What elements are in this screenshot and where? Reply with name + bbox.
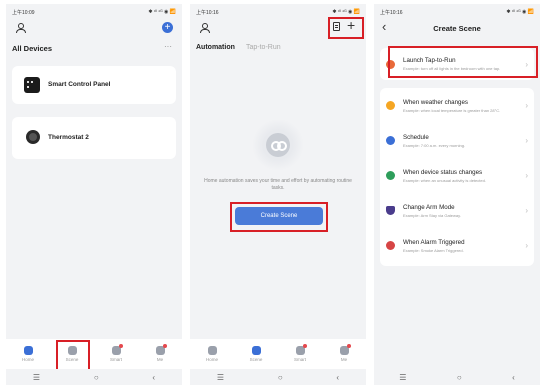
menu-nav-icon[interactable]: ☰ [399, 373, 406, 382]
home-nav-icon[interactable]: ○ [94, 373, 99, 382]
empty-state-text: Home automation saves your time and effo… [204, 178, 352, 191]
clock-icon [386, 136, 395, 145]
system-nav-bar: ☰ ○ ‹ [190, 369, 366, 385]
highlight-launch-tap-to-run [388, 46, 538, 78]
add-scene-icon[interactable]: + [347, 17, 355, 33]
tab-automation[interactable]: Automation [196, 44, 235, 51]
shield-icon [386, 206, 395, 215]
status-time: 上午10:16 [380, 9, 403, 16]
sun-icon [386, 101, 395, 110]
condition-arm-mode[interactable]: Change Arm Mode Example: Arm Stay via Ga… [380, 193, 534, 228]
status-bar: 上午10:16 ✱ ᵈᴵ ⁴ᴳ ◉ 📶 [196, 7, 360, 17]
tab-home[interactable]: Home [197, 346, 227, 362]
alarm-icon [386, 241, 395, 250]
bottom-tab-bar: Home Scene Smart Me [6, 339, 182, 369]
chevron-right-icon: › [525, 101, 528, 110]
chevron-right-icon: › [525, 206, 528, 215]
status-time: 上午10:16 [196, 9, 219, 16]
document-icon[interactable] [333, 22, 340, 31]
page-title: Create Scene [433, 24, 481, 33]
tab-smart[interactable]: Smart [101, 344, 131, 362]
home-icon [23, 346, 33, 355]
device-image [26, 130, 40, 144]
me-icon [339, 344, 351, 355]
device-card-thermostat[interactable]: Thermostat 2 [12, 117, 176, 159]
smart-icon [111, 344, 123, 355]
profile-icon[interactable] [16, 23, 26, 33]
status-icons: ✱ ᵈᴵ ⁴ᴳ ◉ 📶 [506, 9, 534, 15]
back-nav-icon[interactable]: ‹ [336, 373, 339, 382]
tab-scene[interactable]: Scene [241, 346, 271, 362]
chevron-right-icon: › [525, 136, 528, 145]
device-card-smart-control-panel[interactable]: Smart Control Panel [12, 66, 176, 104]
condition-weather[interactable]: When weather changes Example: when local… [380, 88, 534, 123]
condition-device-status[interactable]: When device status changes Example: when… [380, 158, 534, 193]
scene-empty-illustration [252, 119, 304, 171]
scene-icon [251, 346, 261, 355]
back-nav-icon[interactable]: ‹ [512, 373, 515, 382]
profile-icon[interactable] [200, 23, 210, 33]
home-icon [207, 346, 217, 355]
device-image [24, 77, 40, 93]
status-bar: 上午10:16 ✱ ᵈᴵ ⁴ᴳ ◉ 📶 [380, 7, 534, 17]
status-bar: 上午10:09 ✱ ᵈᴵ ⁴ᴳ ◉ 📶 [12, 7, 176, 17]
device-status-icon [386, 171, 395, 180]
me-icon [155, 344, 167, 355]
tab-me[interactable]: Me [329, 344, 359, 362]
tab-tap-to-run[interactable]: Tap-to-Run [246, 44, 281, 51]
conditions-card: When weather changes Example: when local… [380, 88, 534, 266]
system-nav-bar: ☰ ○ ‹ [374, 369, 540, 385]
phone-scene: 上午10:16 ✱ ᵈᴵ ⁴ᴳ ◉ 📶 Automation Tap-to-Ru… [190, 4, 366, 385]
smart-icon [295, 344, 307, 355]
condition-schedule[interactable]: Schedule Example: 7:00 a.m. every mornin… [380, 123, 534, 158]
page-title: All Devices [12, 44, 53, 53]
phone-create-scene: 上午10:16 ✱ ᵈᴵ ⁴ᴳ ◉ 📶 ‹ Create Scene Launc… [374, 4, 540, 385]
condition-alarm-triggered[interactable]: When Alarm Triggered Example: Smoke Alar… [380, 228, 534, 263]
status-icons: ✱ ᵈᴵ ⁴ᴳ ◉ 📶 [332, 9, 360, 15]
tab-me[interactable]: Me [145, 344, 175, 362]
status-time: 上午10:09 [12, 9, 35, 16]
home-nav-icon[interactable]: ○ [457, 373, 462, 382]
menu-nav-icon[interactable]: ☰ [217, 373, 224, 382]
back-nav-icon[interactable]: ‹ [152, 373, 155, 382]
phone-all-devices: 上午10:09 ✱ ᵈᴵ ⁴ᴳ ◉ 📶 + All Devices ··· Sm… [6, 4, 182, 385]
menu-nav-icon[interactable]: ☰ [33, 373, 40, 382]
home-nav-icon[interactable]: ○ [278, 373, 283, 382]
chevron-right-icon: › [525, 241, 528, 250]
device-name: Thermostat 2 [48, 134, 89, 141]
more-icon[interactable]: ··· [164, 42, 172, 51]
system-nav-bar: ☰ ○ ‹ [6, 369, 182, 385]
status-icons: ✱ ᵈᴵ ⁴ᴳ ◉ 📶 [148, 9, 176, 15]
tab-home[interactable]: Home [13, 346, 43, 362]
device-name: Smart Control Panel [48, 81, 111, 88]
chevron-right-icon: › [525, 171, 528, 180]
tab-smart[interactable]: Smart [285, 344, 315, 362]
bottom-tab-bar: Home Scene Smart Me [190, 339, 366, 369]
create-scene-button[interactable]: Create Scene [235, 207, 323, 225]
add-device-icon[interactable]: + [162, 22, 173, 33]
